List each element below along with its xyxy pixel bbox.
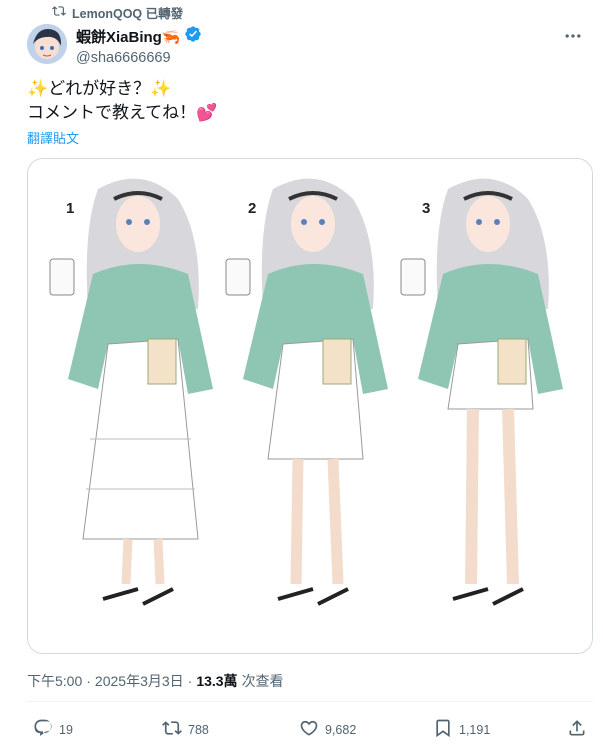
bookmark-icon: [433, 718, 453, 741]
retweet-count: 788: [188, 722, 209, 737]
retweet-button[interactable]: 788: [162, 718, 209, 741]
retweet-icon: [162, 718, 182, 741]
meta-separator: ·: [187, 673, 193, 689]
author-name[interactable]: 蝦餅XiaBing🦐: [76, 26, 181, 47]
tweet-time[interactable]: 下午5:00: [27, 671, 82, 691]
tweet-text: ✨どれが好き？✨ コメントで教えてね！💕: [27, 77, 217, 125]
tweet-date[interactable]: 2025年3月3日: [95, 671, 184, 691]
share-button[interactable]: [567, 718, 587, 741]
retweet-icon: [52, 4, 66, 21]
tweet-media-image[interactable]: 1 2 3: [27, 158, 593, 654]
author-handle[interactable]: @sha6666669: [76, 50, 202, 66]
views-label: 次查看: [241, 673, 284, 689]
meta-separator: ·: [86, 673, 91, 689]
divider: [27, 701, 593, 702]
reply-count: 19: [59, 722, 73, 737]
repost-text[interactable]: LemonQOQ 已轉發: [72, 3, 183, 22]
verified-badge-icon: [184, 25, 202, 47]
figure-label-3: 3: [422, 200, 430, 217]
tweet-meta: 下午5:00 · 2025年3月3日 · 13.3萬 次查看: [27, 671, 284, 691]
more-options-icon[interactable]: [563, 26, 583, 46]
illustration-image: 1 2 3: [28, 159, 592, 653]
author-avatar[interactable]: [27, 24, 67, 64]
heart-icon: [299, 718, 319, 741]
figure-label-1: 1: [66, 200, 74, 217]
bookmark-count: 1,191: [459, 722, 491, 737]
like-count: 9,682: [325, 722, 357, 737]
figure-label-2: 2: [248, 200, 256, 217]
share-icon: [567, 718, 587, 741]
tweet-line: コメントで教えてね！💕: [27, 103, 218, 122]
views-count: 13.3萬: [196, 673, 238, 689]
repost-header: LemonQOQ 已轉發: [52, 3, 183, 22]
tweet-line: ✨どれが好き？✨: [27, 79, 172, 98]
author-info: 蝦餅XiaBing🦐 @sha6666669: [76, 25, 202, 66]
bookmark-button[interactable]: 1,191: [433, 718, 490, 741]
author-name-row[interactable]: 蝦餅XiaBing🦐: [76, 25, 202, 47]
action-bar: 19 788 9,682 1,191: [27, 713, 593, 747]
translate-link[interactable]: 翻譯貼文: [27, 128, 79, 147]
reply-icon: [33, 718, 53, 741]
reply-button[interactable]: 19: [33, 718, 73, 741]
like-button[interactable]: 9,682: [299, 718, 356, 741]
